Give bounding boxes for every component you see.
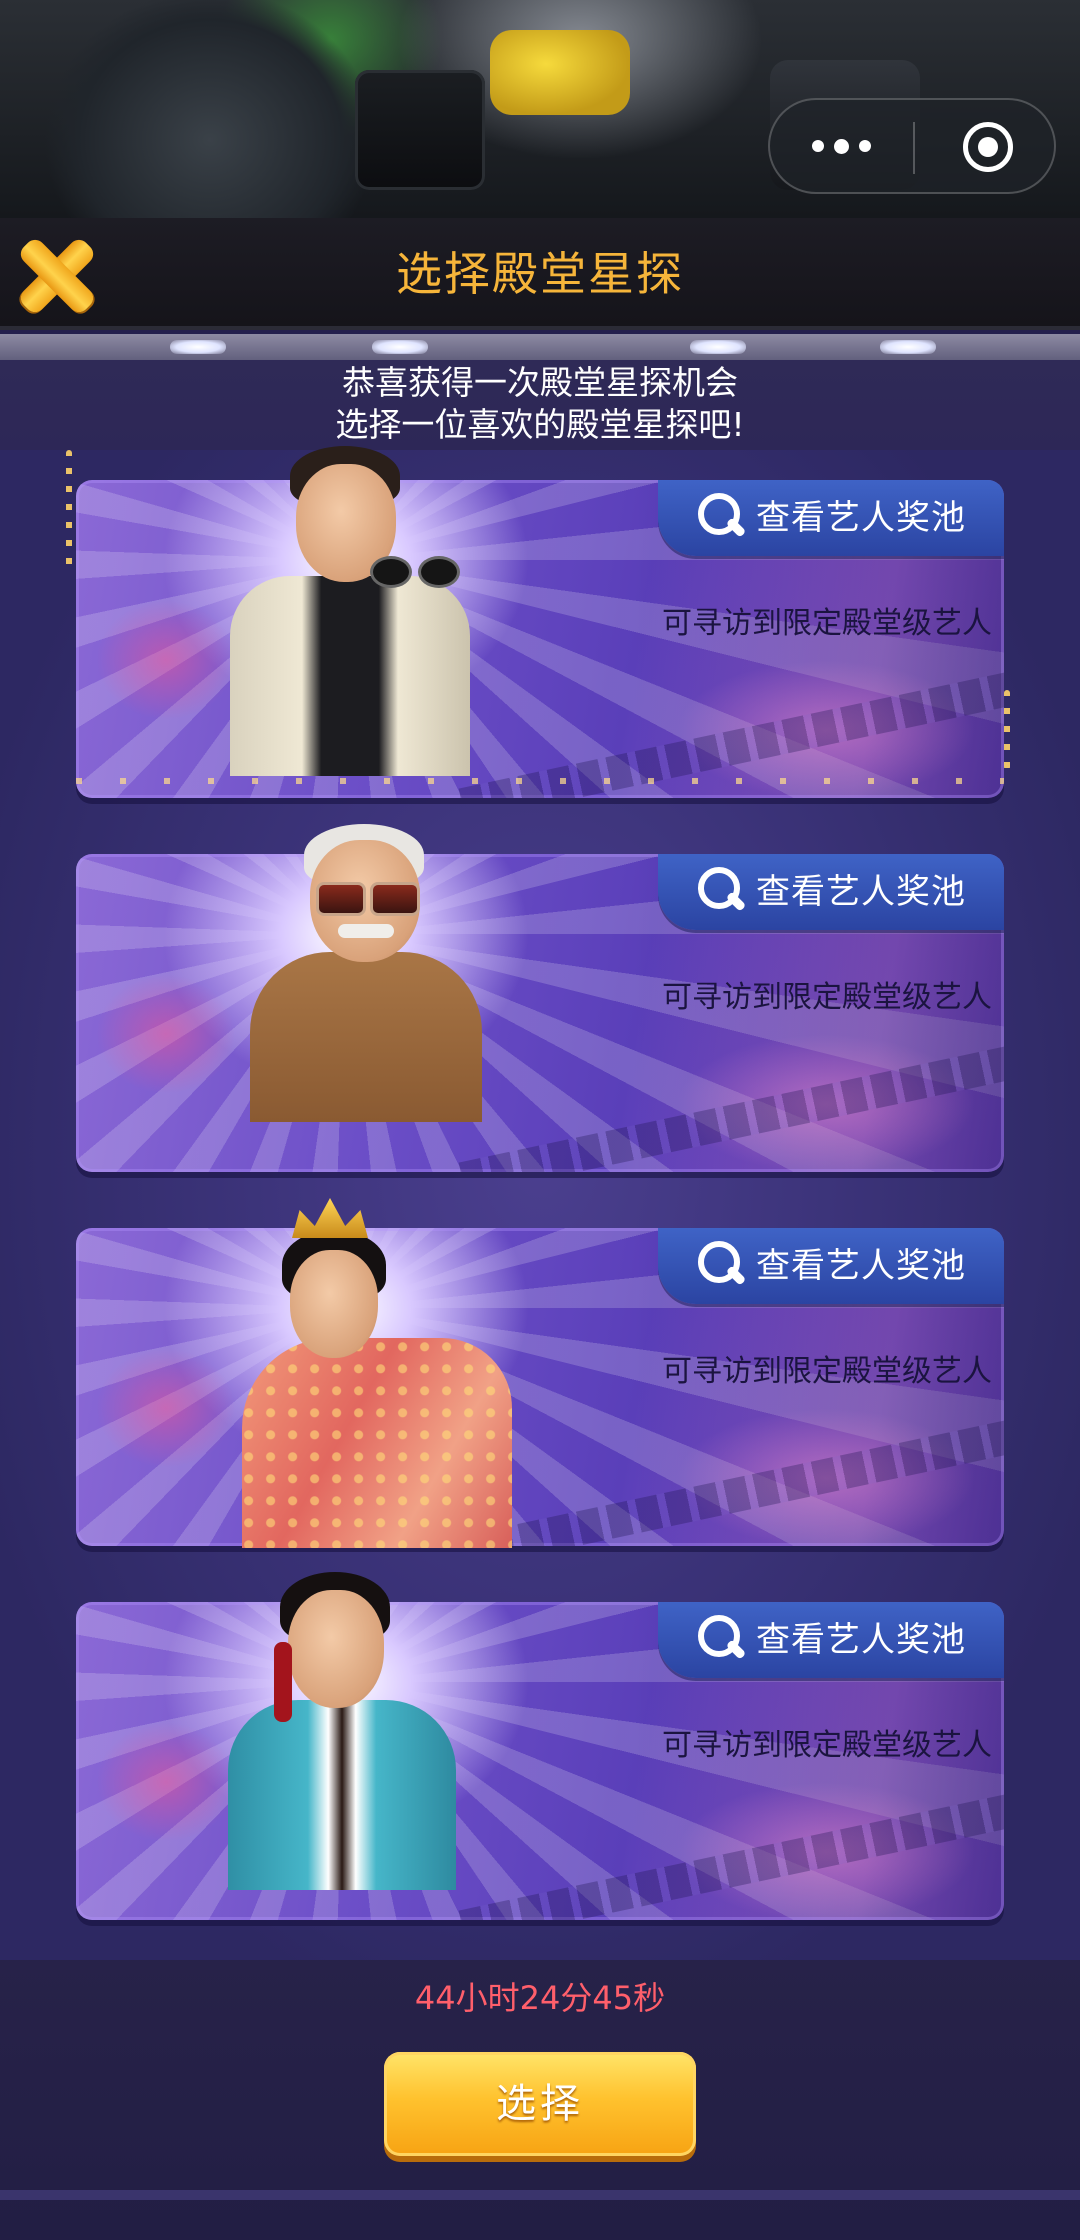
stage-light	[170, 340, 226, 354]
scout-portrait-3[interactable]	[242, 1198, 512, 1558]
search-icon	[698, 1241, 744, 1287]
card-description: 可寻访到限定殿堂级艺人	[662, 606, 992, 641]
portrait-body	[230, 576, 470, 776]
sparkle-trim	[1004, 690, 1010, 770]
portrait-head	[288, 1590, 384, 1708]
stage-light	[880, 340, 936, 354]
sparkle-row	[76, 778, 1004, 784]
more-dots-icon[interactable]	[770, 100, 912, 192]
portrait-body	[242, 1338, 512, 1548]
scout-list: 查看艺人奖池 可寻访到限定殿堂级艺人 查看艺人奖池 可寻访到限定殿堂级艺人 查看…	[0, 446, 1080, 1960]
title-bar: 选择殿堂星探	[0, 218, 1080, 330]
view-pool-button[interactable]: 查看艺人奖池	[658, 480, 1004, 556]
search-icon	[698, 867, 744, 913]
portrait-body	[250, 952, 482, 1122]
view-pool-label: 查看艺人奖池	[756, 1620, 966, 1660]
scout-portrait-2[interactable]	[250, 824, 482, 1154]
select-button[interactable]: 选择	[384, 2052, 696, 2156]
view-pool-label: 查看艺人奖池	[756, 1246, 966, 1286]
intro-line-2: 选择一位喜欢的殿堂星探吧!	[335, 405, 745, 444]
miniapp-capsule	[768, 98, 1056, 194]
scout-card-4[interactable]: 查看艺人奖池 可寻访到限定殿堂级艺人	[76, 1602, 1004, 1920]
scene-prop-bag	[490, 30, 630, 115]
bottom-action-bar: 44小时24分45秒 选择	[0, 1960, 1080, 2240]
search-icon	[698, 1615, 744, 1661]
card-glow	[96, 1722, 236, 1842]
target-circle-icon[interactable]	[963, 122, 1013, 172]
card-glow	[96, 974, 236, 1094]
app-root: 选择殿堂星探 恭喜获得一次殿堂星探机会 选择一位喜欢的殿堂星探吧! 查看艺人奖池…	[0, 0, 1080, 2240]
card-description: 可寻访到限定殿堂级艺人	[662, 1354, 992, 1389]
bottom-divider	[0, 2190, 1080, 2200]
crown-icon	[292, 1198, 368, 1238]
scout-card-1[interactable]: 查看艺人奖池 可寻访到限定殿堂级艺人	[76, 480, 1004, 798]
stage-light	[690, 340, 746, 354]
scout-card-3[interactable]: 查看艺人奖池 可寻访到限定殿堂级艺人	[76, 1228, 1004, 1546]
scout-portrait-1[interactable]	[230, 446, 470, 776]
view-pool-button[interactable]: 查看艺人奖池	[658, 854, 1004, 930]
view-pool-button[interactable]: 查看艺人奖池	[658, 1602, 1004, 1678]
portrait-ribbon	[274, 1642, 292, 1722]
view-pool-label: 查看艺人奖池	[756, 498, 966, 538]
portrait-mustache	[338, 924, 394, 938]
view-pool-button[interactable]: 查看艺人奖池	[658, 1228, 1004, 1304]
close-x-icon[interactable]	[14, 234, 98, 318]
top-scene-banner	[0, 0, 1080, 218]
card-glow	[96, 600, 236, 720]
capsule-divider	[913, 122, 915, 174]
scene-prop-lamp	[355, 70, 485, 190]
sunglasses-icon	[316, 882, 420, 916]
intro-message: 恭喜获得一次殿堂星探机会 选择一位喜欢的殿堂星探吧!	[0, 360, 1080, 450]
view-pool-label: 查看艺人奖池	[756, 872, 966, 912]
page-title: 选择殿堂星探	[396, 247, 684, 301]
portrait-body	[228, 1700, 456, 1890]
scout-card-2[interactable]: 查看艺人奖池 可寻访到限定殿堂级艺人	[76, 854, 1004, 1172]
stage-light	[372, 340, 428, 354]
card-glow	[96, 1348, 236, 1468]
card-description: 可寻访到限定殿堂级艺人	[662, 1728, 992, 1763]
sparkle-trim	[66, 450, 72, 570]
search-icon	[698, 493, 744, 539]
sunglasses-icon	[370, 556, 460, 588]
countdown-timer: 44小时24分45秒	[414, 1979, 666, 2017]
intro-line-1: 恭喜获得一次殿堂星探机会	[342, 363, 738, 402]
scout-portrait-4[interactable]	[228, 1572, 460, 1922]
portrait-head	[290, 1250, 378, 1358]
card-description: 可寻访到限定殿堂级艺人	[662, 980, 992, 1015]
